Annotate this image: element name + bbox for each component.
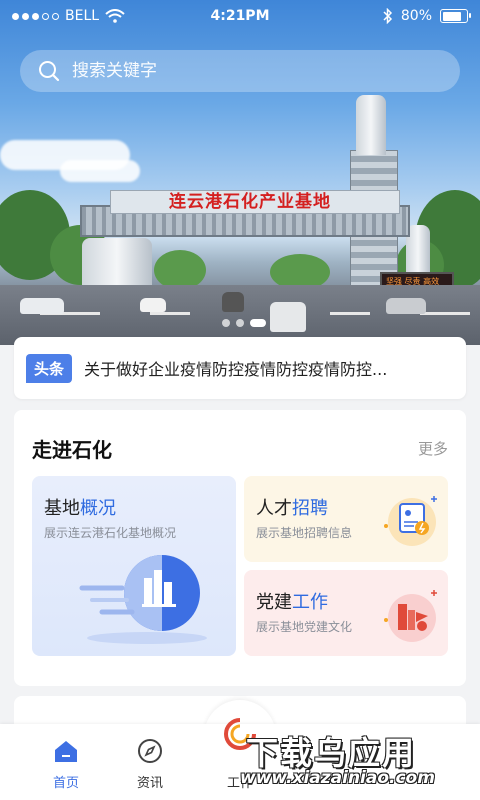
car xyxy=(222,292,244,312)
lane-mark xyxy=(150,312,190,315)
carousel-indicator[interactable] xyxy=(222,319,266,327)
card-subtitle: 展示基地党建文化 xyxy=(256,620,353,634)
card-title: 基地概况 xyxy=(44,494,116,520)
card-recruitment[interactable]: 人才招聘 展示基地招聘信息 xyxy=(244,476,448,562)
headline-text[interactable]: 关于做好企业疫情防控疫情防控疫情防控... xyxy=(84,356,444,380)
search-input[interactable] xyxy=(72,61,412,81)
card-title-highlight: 工作 xyxy=(292,592,328,613)
headline-bar[interactable]: 头条 关于做好企业疫情防控疫情防控疫情防控... xyxy=(14,337,466,399)
car xyxy=(20,298,64,314)
resume-icon xyxy=(384,496,437,546)
carousel-dot[interactable] xyxy=(222,319,230,327)
search-bar[interactable] xyxy=(20,50,460,92)
car xyxy=(140,298,166,312)
battery-label: 80% xyxy=(400,8,432,24)
party-flag-icon xyxy=(384,590,437,642)
status-right: 80% xyxy=(383,8,471,24)
carousel-dot[interactable] xyxy=(236,319,244,327)
watermark: 下载乌应用 www.xiazainiao.com xyxy=(232,726,476,796)
card-title: 党建工作 xyxy=(256,588,328,614)
tab-label: 资讯 xyxy=(136,776,163,791)
headline-badge: 头条 xyxy=(26,353,73,383)
bluetooth-icon xyxy=(383,8,392,24)
gate-title: 连云港石化产业基地 xyxy=(169,192,331,212)
car xyxy=(270,302,306,332)
lane-mark xyxy=(420,312,470,315)
status-bar: BELL 4:21PM 80% xyxy=(0,0,480,34)
section-title: 走进石化 xyxy=(32,438,112,462)
tab-home[interactable]: 首页 xyxy=(26,724,106,800)
tab-label: 首页 xyxy=(52,776,79,791)
explore-section: 走进石化 更多 基地概况 展示连云港石化基地概况 人才招聘 展示基地招聘信息 党… xyxy=(14,410,466,686)
search-icon xyxy=(39,61,60,82)
card-title: 人才招聘 xyxy=(256,494,328,520)
tab-news[interactable]: 资讯 xyxy=(110,724,190,800)
card-party-building[interactable]: 党建工作 展示基地党建文化 xyxy=(244,570,448,656)
watermark-url: www.xiazainiao.com xyxy=(240,768,435,788)
compass-icon xyxy=(138,739,162,763)
chimney xyxy=(356,95,386,155)
car xyxy=(386,298,426,314)
more-link[interactable]: 更多 xyxy=(418,438,448,459)
card-title-part: 党建 xyxy=(256,592,292,613)
card-base-overview[interactable]: 基地概况 展示连云港石化基地概况 xyxy=(32,476,236,656)
cloud xyxy=(60,160,140,182)
battery-icon xyxy=(440,9,471,23)
card-subtitle: 展示基地招聘信息 xyxy=(256,526,353,540)
card-title-part: 基地 xyxy=(44,498,80,519)
card-title-part: 人才 xyxy=(256,498,292,519)
card-title-highlight: 概况 xyxy=(80,498,116,519)
lane-mark xyxy=(330,312,370,315)
home-icon xyxy=(55,741,77,762)
card-title-highlight: 招聘 xyxy=(292,498,328,519)
card-subtitle: 展示连云港石化基地概况 xyxy=(44,526,177,540)
carousel-dot-active[interactable] xyxy=(250,319,266,327)
building-chart-icon xyxy=(79,555,207,644)
